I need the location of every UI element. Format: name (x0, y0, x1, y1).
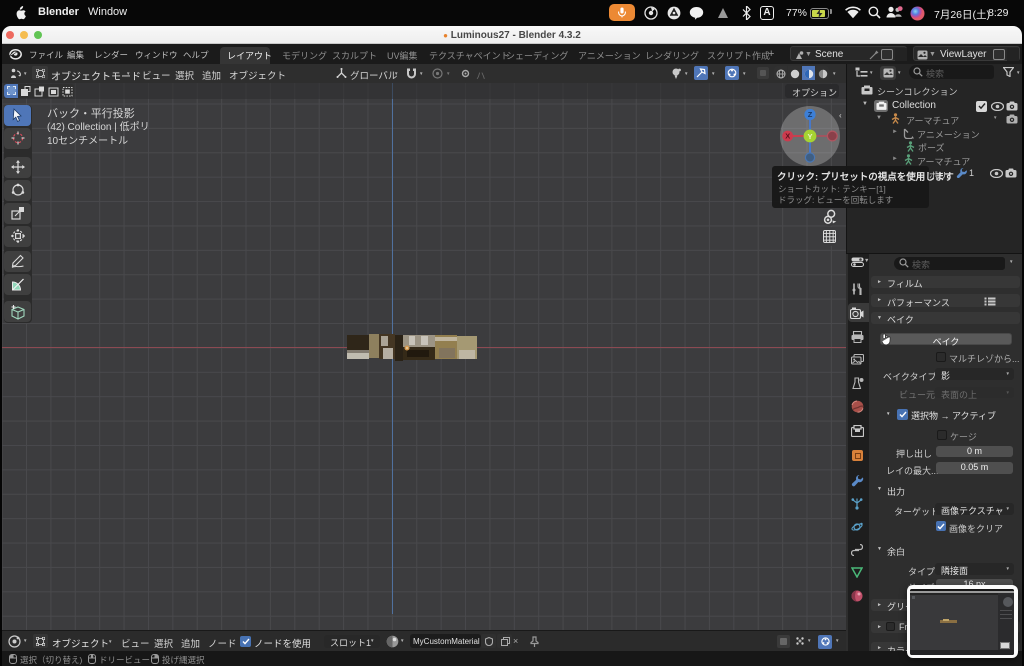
svg-text:X: X (785, 131, 790, 140)
svg-text:Z: Z (808, 110, 813, 119)
svg-text:Y: Y (807, 132, 812, 141)
